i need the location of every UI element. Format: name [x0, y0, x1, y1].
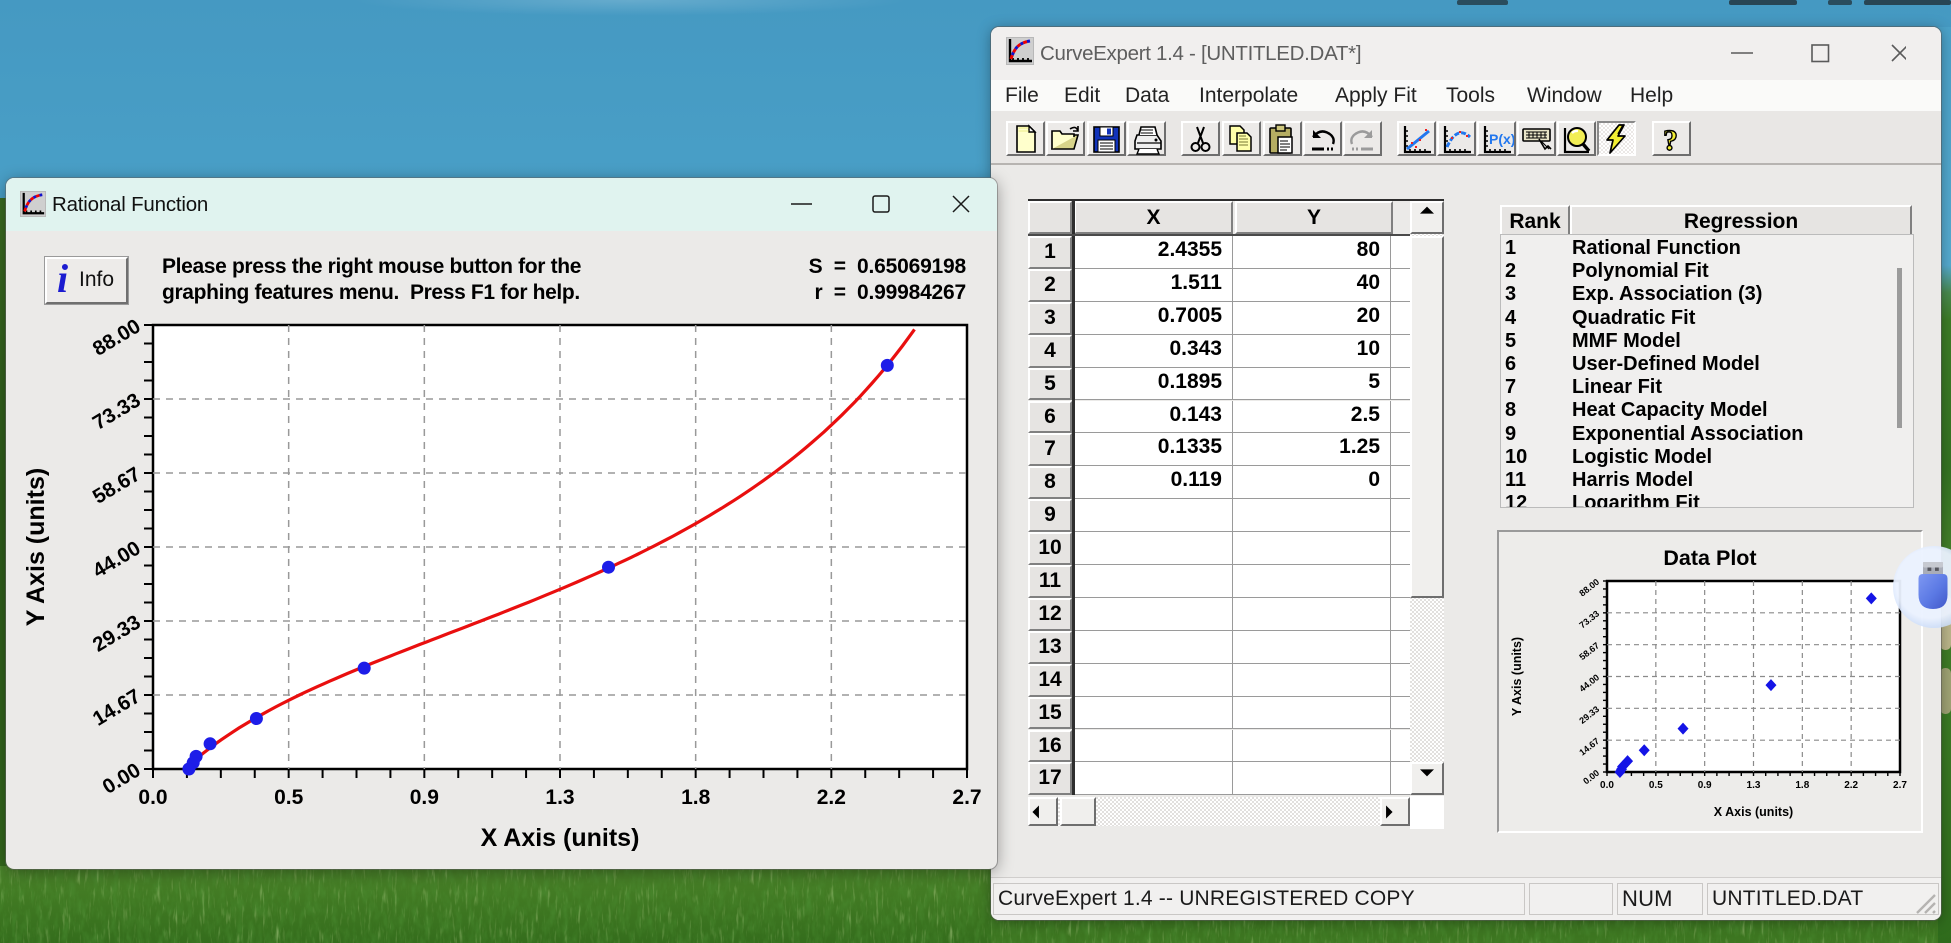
svg-text:2.2: 2.2: [817, 786, 846, 809]
svg-text:1.3: 1.3: [545, 786, 574, 809]
svg-text:0.9: 0.9: [410, 786, 439, 809]
svg-text:14.67: 14.67: [1577, 736, 1601, 758]
svg-text:1.3: 1.3: [1747, 780, 1761, 791]
svg-text:?: ?: [1663, 124, 1678, 155]
svg-text:2.2: 2.2: [1844, 780, 1858, 791]
svg-text:1.8: 1.8: [1795, 780, 1809, 791]
svg-text:0.5: 0.5: [1649, 780, 1663, 791]
svg-text:58.67: 58.67: [1577, 640, 1601, 662]
svg-text:14.67: 14.67: [89, 685, 145, 731]
svg-text:Y Axis (units): Y Axis (units): [1510, 637, 1524, 716]
svg-text:0.00: 0.00: [1581, 768, 1601, 787]
svg-text:2.7: 2.7: [952, 786, 981, 809]
svg-text:0.0: 0.0: [1600, 780, 1614, 791]
svg-text:88.00: 88.00: [1577, 577, 1601, 599]
svg-text:X Axis (units): X Axis (units): [1714, 805, 1793, 819]
svg-text:58.67: 58.67: [89, 463, 145, 509]
svg-text:44.00: 44.00: [89, 537, 145, 583]
svg-text:0.5: 0.5: [274, 786, 304, 809]
svg-text:0.9: 0.9: [1698, 780, 1712, 791]
svg-text:73.33: 73.33: [1577, 609, 1601, 631]
svg-text:X Axis (units): X Axis (units): [481, 824, 640, 852]
svg-text:73.33: 73.33: [89, 389, 145, 435]
svg-text:Y Axis (units): Y Axis (units): [22, 468, 50, 626]
svg-text:2.7: 2.7: [1893, 780, 1907, 791]
svg-text:44.00: 44.00: [1577, 672, 1601, 694]
svg-text:29.33: 29.33: [89, 611, 145, 657]
svg-text:88.00: 88.00: [89, 315, 145, 361]
svg-text:29.33: 29.33: [1577, 704, 1601, 726]
svg-text:0.0: 0.0: [138, 786, 167, 809]
svg-text:1.8: 1.8: [681, 786, 711, 809]
svg-text:P(x): P(x): [1489, 131, 1514, 147]
